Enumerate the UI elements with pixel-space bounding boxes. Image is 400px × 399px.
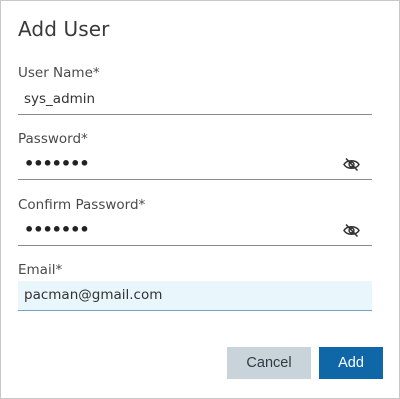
user-name-value: sys_admin [24,91,96,107]
eye-slash-icon[interactable] [343,223,360,238]
email-label: Email* [18,262,63,278]
dialog-title: Add User [18,17,110,41]
password-field[interactable]: ••••••• [18,150,372,180]
eye-slash-icon[interactable] [343,157,360,172]
user-name-label: User Name* [18,65,100,81]
confirm-password-label: Confirm Password* [18,197,146,213]
cancel-button[interactable]: Cancel [227,347,311,379]
password-label: Password* [18,131,88,147]
user-name-field[interactable]: sys_admin [18,85,372,115]
add-button[interactable]: Add [319,347,383,379]
email-field[interactable]: pacman@gmail.com [18,281,372,311]
email-value: pacman@gmail.com [24,287,163,303]
add-user-dialog: Add User User Name* sys_admin Password* … [0,0,400,399]
confirm-password-field[interactable]: ••••••• [18,216,372,246]
password-value: ••••••• [24,154,90,173]
confirm-password-value: ••••••• [24,220,90,239]
